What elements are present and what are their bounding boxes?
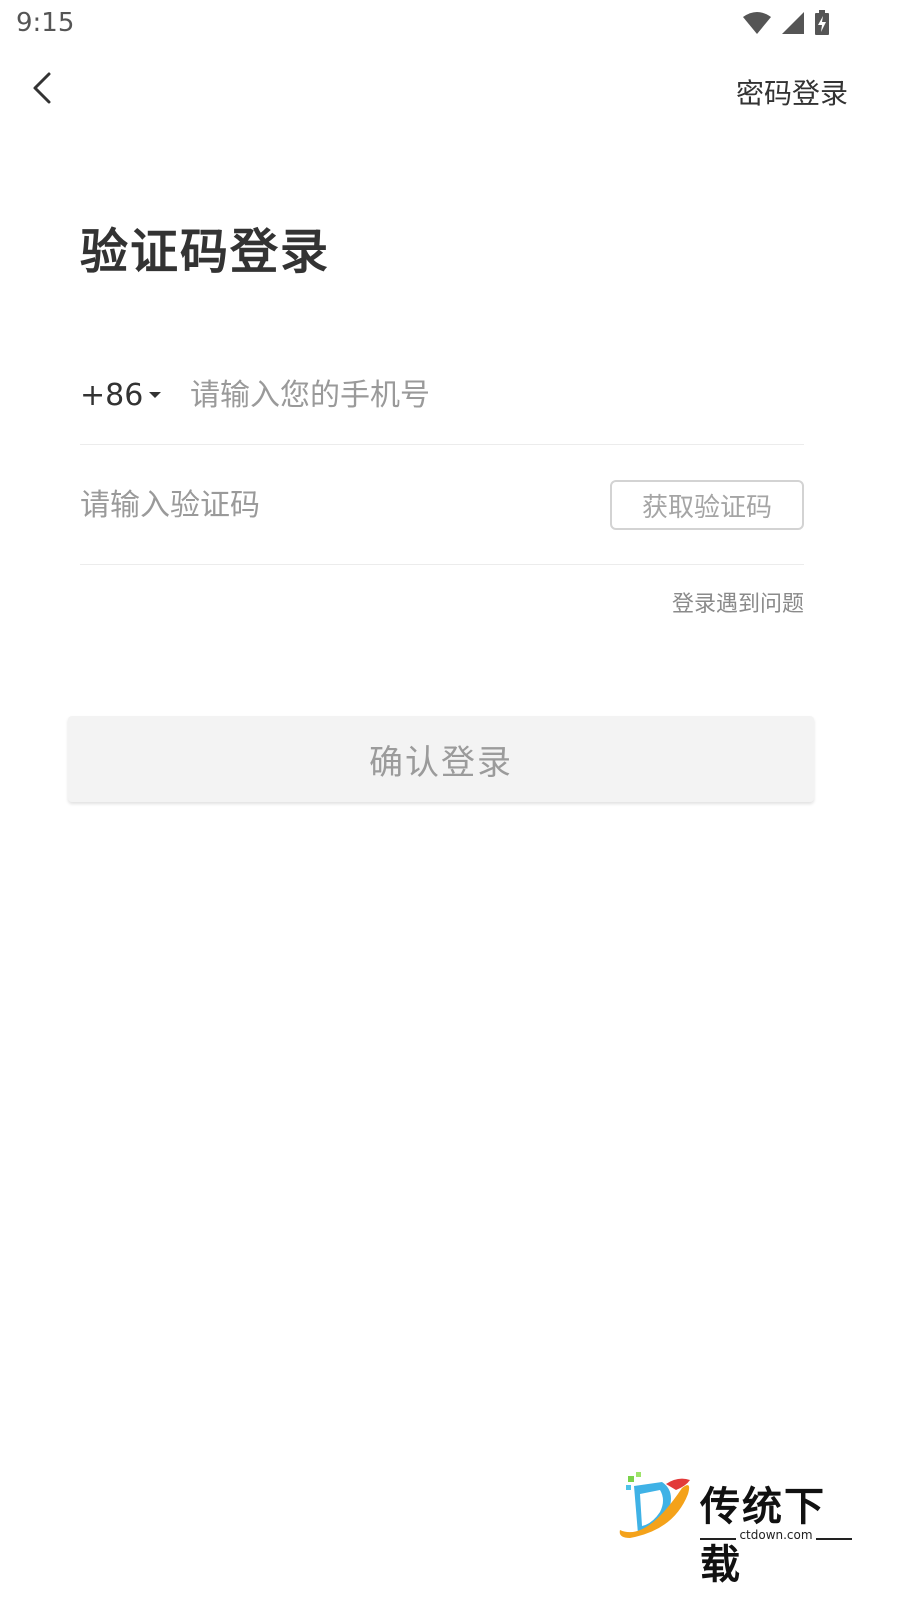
- wifi-icon: [742, 11, 772, 39]
- confirm-login-button[interactable]: 确认登录: [68, 716, 814, 802]
- country-code-selector[interactable]: +86: [80, 378, 190, 413]
- back-button[interactable]: [20, 68, 64, 112]
- login-help-link[interactable]: 登录遇到问题: [672, 586, 804, 618]
- status-bar: 9:15: [0, 0, 900, 48]
- phone-row: +86: [80, 346, 804, 445]
- status-icons: [742, 10, 830, 40]
- code-row: 获取验证码: [80, 446, 804, 565]
- country-code-label: +86: [80, 377, 144, 413]
- battery-charging-icon: [814, 10, 830, 40]
- verification-code-input[interactable]: [80, 487, 610, 523]
- page-title: 验证码登录: [80, 224, 331, 280]
- phone-input[interactable]: [190, 377, 804, 413]
- watermark-line-right: [816, 1538, 852, 1540]
- get-code-button[interactable]: 获取验证码: [610, 480, 804, 530]
- login-screen: 9:15 密码登录 验证码登录 +86 请输入您的手机号 请输入验证码 获取验证…: [0, 0, 900, 1600]
- chevron-left-icon: [30, 71, 54, 109]
- signal-icon: [780, 11, 806, 39]
- caret-down-icon: [149, 392, 162, 398]
- watermark: 传统下载 ctdown.com: [616, 1472, 866, 1588]
- status-time: 9:15: [16, 8, 75, 38]
- password-login-link[interactable]: 密码登录: [736, 72, 848, 112]
